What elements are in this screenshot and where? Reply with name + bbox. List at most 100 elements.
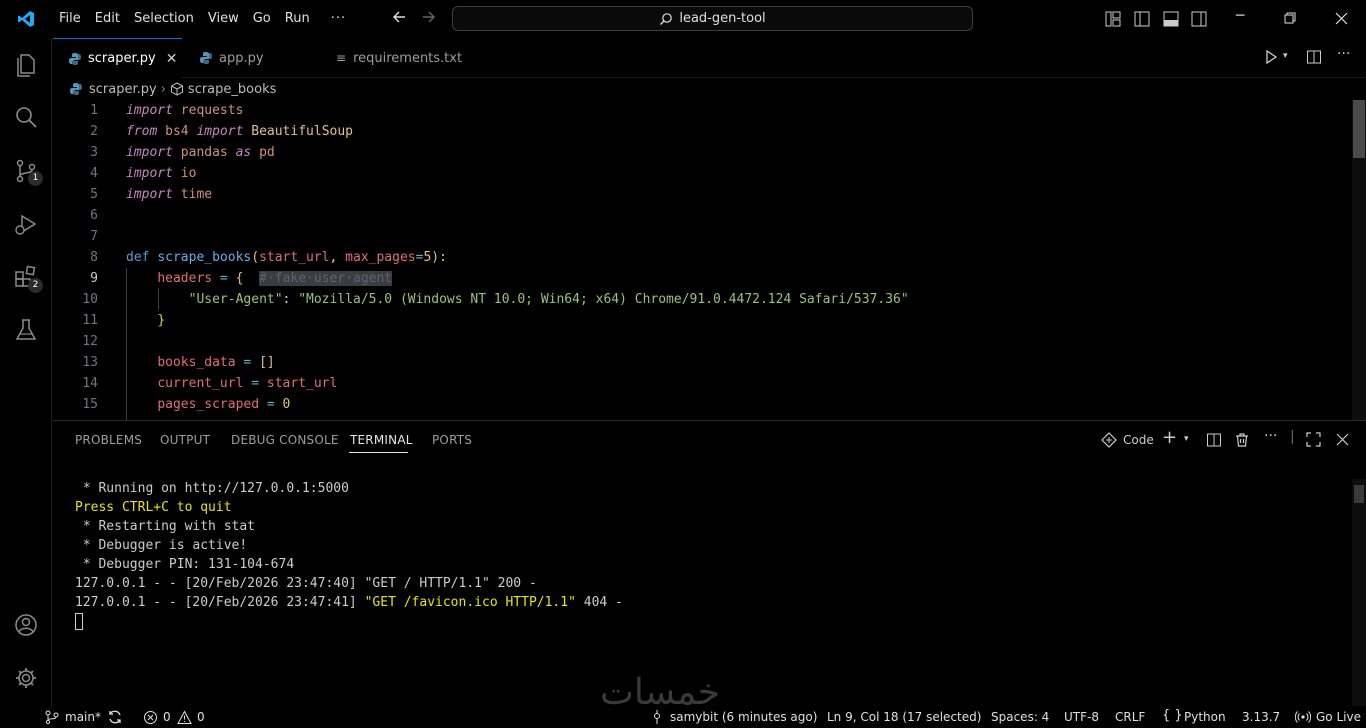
new-terminal-plus-icon[interactable]: + (1162, 427, 1177, 448)
account-icon[interactable] (13, 612, 39, 638)
split-editor-icon[interactable] (1306, 49, 1322, 65)
panel-tab-debug-console[interactable]: DEBUG CONSOLE (231, 433, 339, 447)
method-cube-icon (170, 82, 183, 96)
terminal-scrollbar-thumb[interactable] (1354, 485, 1364, 503)
testing-icon[interactable] (13, 317, 39, 343)
trash-icon[interactable] (1234, 432, 1250, 448)
code-line: 14 current_url = start_url (82, 376, 338, 391)
run-file-icon[interactable] (1263, 49, 1279, 65)
code-line: 6 (90, 208, 98, 223)
status-warnings[interactable]: 0 (197, 710, 205, 724)
tab-label: app.py (219, 50, 264, 66)
run-debug-icon[interactable] (13, 211, 39, 237)
command-center-search[interactable]: lead-gen-tool (452, 6, 973, 31)
python-file-icon (69, 52, 81, 65)
breadcrumb: scraper.py › scrape_books (53, 78, 1353, 100)
editor-scrollbar-thumb[interactable] (1353, 100, 1365, 158)
back-arrow-icon[interactable] (391, 9, 407, 25)
code-line-current: 9 headers = { #·fake·user·agent (90, 271, 393, 286)
terminal-profile-icon[interactable] (1101, 432, 1117, 448)
files-icon[interactable] (13, 51, 39, 77)
terminal-line: * Debugger PIN: 131-104-674 (75, 557, 295, 572)
close-panel-icon[interactable] (1336, 433, 1349, 446)
status-indentation[interactable]: Spaces: 4 (991, 710, 1049, 724)
settings-gear-icon[interactable] (13, 665, 39, 691)
terminal-line: * Running on http://127.0.0.1:5000 (75, 481, 349, 496)
code-line: 11 } (82, 313, 166, 328)
split-terminal-icon[interactable] (1206, 432, 1222, 448)
source-control-badge: 1 (28, 171, 43, 186)
status-eol[interactable]: CRLF (1115, 710, 1145, 724)
restore-icon[interactable] (1284, 12, 1296, 24)
editor-more-actions-icon[interactable]: ··· (1337, 46, 1350, 62)
panel-tab-output[interactable]: OUTPUT (160, 433, 210, 447)
language-braces-icon[interactable]: { } (1162, 708, 1183, 723)
terminal-line: 127.0.0.1 - - [20/Feb/2026 23:47:40] "GE… (75, 576, 537, 591)
terminal-line: 127.0.0.1 - - [20/Feb/2026 23:47:41] "GE… (75, 595, 623, 610)
code-line: 1 import requests (90, 103, 244, 118)
breadcrumb-symbol[interactable]: scrape_books (188, 82, 276, 97)
panel-tab-ports[interactable]: PORTS (432, 433, 472, 447)
menu-view[interactable]: View (201, 0, 246, 38)
status-errors[interactable]: 0 (163, 710, 171, 724)
git-branch-icon (45, 710, 59, 724)
menu-go[interactable]: Go (246, 0, 278, 38)
broadcast-icon (1295, 711, 1311, 723)
vscode-logo-icon[interactable] (0, 0, 52, 38)
minimize-icon[interactable]: ─ (1236, 8, 1244, 24)
sync-icon[interactable] (107, 709, 123, 725)
status-go-live[interactable]: Go Live (1316, 710, 1361, 724)
tab-close-icon[interactable]: ✕ (166, 51, 178, 67)
editor-scrollbar[interactable] (1352, 100, 1366, 420)
status-python-version[interactable]: 3.13.7 (1242, 710, 1280, 724)
customize-layout-icon[interactable] (1104, 10, 1122, 28)
menu-selection[interactable]: Selection (127, 0, 201, 38)
extensions-badge: 2 (28, 278, 43, 293)
selected-comment: #·fake·user·agent (259, 271, 393, 286)
forward-arrow-icon[interactable] (421, 9, 437, 25)
status-blame[interactable]: samybit (6 minutes ago) (670, 710, 817, 724)
terminal-output[interactable]: * Running on http://127.0.0.1:5000 Press … (75, 479, 623, 631)
python-file-icon (70, 83, 82, 95)
warning-icon[interactable] (177, 710, 192, 725)
panel-tab-terminal[interactable]: TERMINAL (350, 433, 413, 447)
code-line: 8 def scrape_books(start_url, max_pages=5… (90, 250, 447, 265)
status-encoding[interactable]: UTF-8 (1064, 710, 1099, 724)
breadcrumb-file[interactable]: scraper.py (89, 82, 157, 97)
code-line: 5 import time (90, 187, 213, 202)
panel-more-actions-icon[interactable]: ··· (1264, 428, 1277, 444)
terminal-scrollbar[interactable] (1352, 479, 1366, 707)
menu-run[interactable]: Run (278, 0, 317, 38)
code-line: 7 (90, 229, 98, 244)
terminal-dropdown-chevron-icon[interactable]: ▾ (1184, 434, 1189, 444)
toggle-secondary-sidebar-icon[interactable] (1190, 10, 1208, 28)
status-language[interactable]: Python (1184, 710, 1226, 724)
python-file-icon (200, 52, 212, 64)
code-line: 10 "User-Agent": "Mozilla/5.0 (Windows N… (82, 292, 909, 307)
code-line: 12 (82, 334, 98, 349)
tab-requirements-txt[interactable]: ≡ requirements.txt (324, 38, 484, 78)
toggle-panel-icon[interactable] (1162, 10, 1180, 28)
maximize-panel-icon[interactable] (1306, 432, 1321, 447)
status-branch[interactable]: main* (65, 710, 101, 724)
toggle-primary-sidebar-icon[interactable] (1133, 10, 1151, 28)
error-icon[interactable] (143, 710, 158, 725)
terminal-profile-label[interactable]: Code (1123, 433, 1154, 447)
tab-scraper-py[interactable]: scraper.py ✕ (53, 38, 182, 78)
menu-edit[interactable]: Edit (88, 0, 127, 38)
close-window-icon[interactable] (1335, 12, 1348, 25)
search-icon[interactable] (13, 104, 39, 130)
status-cursor-position[interactable]: Ln 9, Col 18 (17 selected) (827, 710, 981, 724)
tab-label: scraper.py (88, 51, 156, 66)
menu-file[interactable]: File (52, 0, 88, 38)
run-dropdown-chevron-icon[interactable]: ▾ (1283, 51, 1288, 61)
code-editor[interactable]: 1 import requests 2 from bs4 import Beauti… (53, 100, 1366, 420)
tab-app-py[interactable]: app.py (183, 38, 313, 78)
tab-label: requirements.txt (353, 50, 463, 66)
active-tab-underline (349, 452, 408, 453)
panel-tab-problems[interactable]: PROBLEMS (75, 433, 142, 447)
panel-divider: | (1290, 429, 1295, 445)
command-center-text: lead-gen-tool (679, 11, 766, 26)
terminal-prompt[interactable] (75, 612, 623, 631)
menu-more-button[interactable]: ··· (317, 0, 360, 38)
